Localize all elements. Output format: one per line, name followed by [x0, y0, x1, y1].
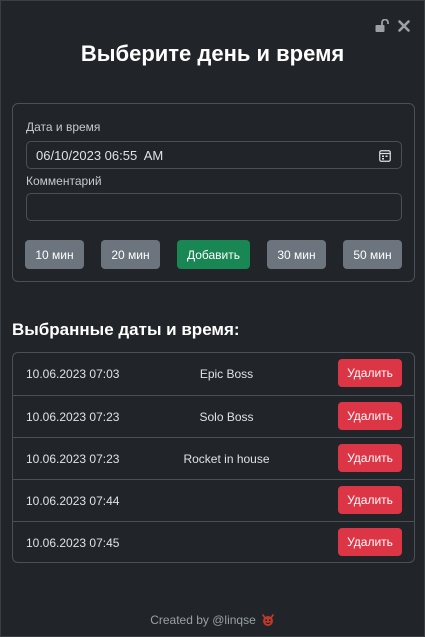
app-window: Выберите день и время Дата и время 06/10…: [0, 0, 425, 637]
comment-label: Комментарий: [26, 174, 102, 188]
item-date: 10.06.2023 07:23: [26, 452, 120, 466]
datetime-form: Дата и время 06/10/2023 06:55 AM Коммент…: [12, 103, 415, 282]
item-date: 10.06.2023 07:44: [26, 494, 120, 508]
delete-button[interactable]: Удалить: [338, 444, 402, 472]
list-item: 10.06.2023 07:23 Rocket in house Удалить: [13, 437, 414, 479]
selected-dates-list: 10.06.2023 07:03 Epic Boss Удалить 10.06…: [12, 352, 415, 563]
list-item: 10.06.2023 07:03 Epic Boss Удалить: [13, 353, 414, 395]
window-controls: [375, 19, 410, 32]
calendar-icon[interactable]: [379, 149, 391, 162]
footer: Created by @linqse: [1, 613, 424, 627]
page-title: Выберите день и время: [80, 41, 345, 66]
unlock-icon[interactable]: [375, 19, 390, 32]
add-50-min-button[interactable]: 50 мин: [343, 240, 402, 269]
item-date: 10.06.2023 07:23: [26, 410, 120, 424]
item-date: 10.06.2023 07:45: [26, 536, 120, 550]
datetime-value: 06/10/2023 06:55 AM: [36, 147, 164, 163]
selected-dates-heading: Выбранные даты и время:: [12, 320, 240, 339]
footer-credit: Created by @linqse: [150, 613, 256, 627]
item-date: 10.06.2023 07:03: [26, 367, 120, 381]
add-30-min-button[interactable]: 30 мин: [267, 240, 326, 269]
item-name: Epic Boss: [199, 367, 254, 381]
delete-button[interactable]: Удалить: [338, 486, 402, 514]
close-icon[interactable]: [398, 19, 410, 32]
add-button[interactable]: Добавить: [177, 240, 250, 269]
comment-input[interactable]: [26, 193, 402, 221]
delete-button[interactable]: Удалить: [338, 359, 402, 387]
list-item: 10.06.2023 07:45 Удалить: [13, 521, 414, 562]
delete-button[interactable]: Удалить: [338, 402, 402, 430]
delete-button[interactable]: Удалить: [338, 528, 402, 556]
devil-emoji-icon: [261, 613, 275, 627]
datetime-input[interactable]: 06/10/2023 06:55 AM: [26, 141, 402, 169]
list-item: 10.06.2023 07:44 Удалить: [13, 479, 414, 521]
item-name: Rocket in house: [183, 452, 270, 466]
add-10-min-button[interactable]: 10 мин: [25, 240, 84, 269]
list-item: 10.06.2023 07:23 Solo Boss Удалить: [13, 395, 414, 437]
datetime-label: Дата и время: [26, 120, 101, 134]
add-20-min-button[interactable]: 20 мин: [101, 240, 160, 269]
item-name: Solo Boss: [199, 410, 254, 424]
